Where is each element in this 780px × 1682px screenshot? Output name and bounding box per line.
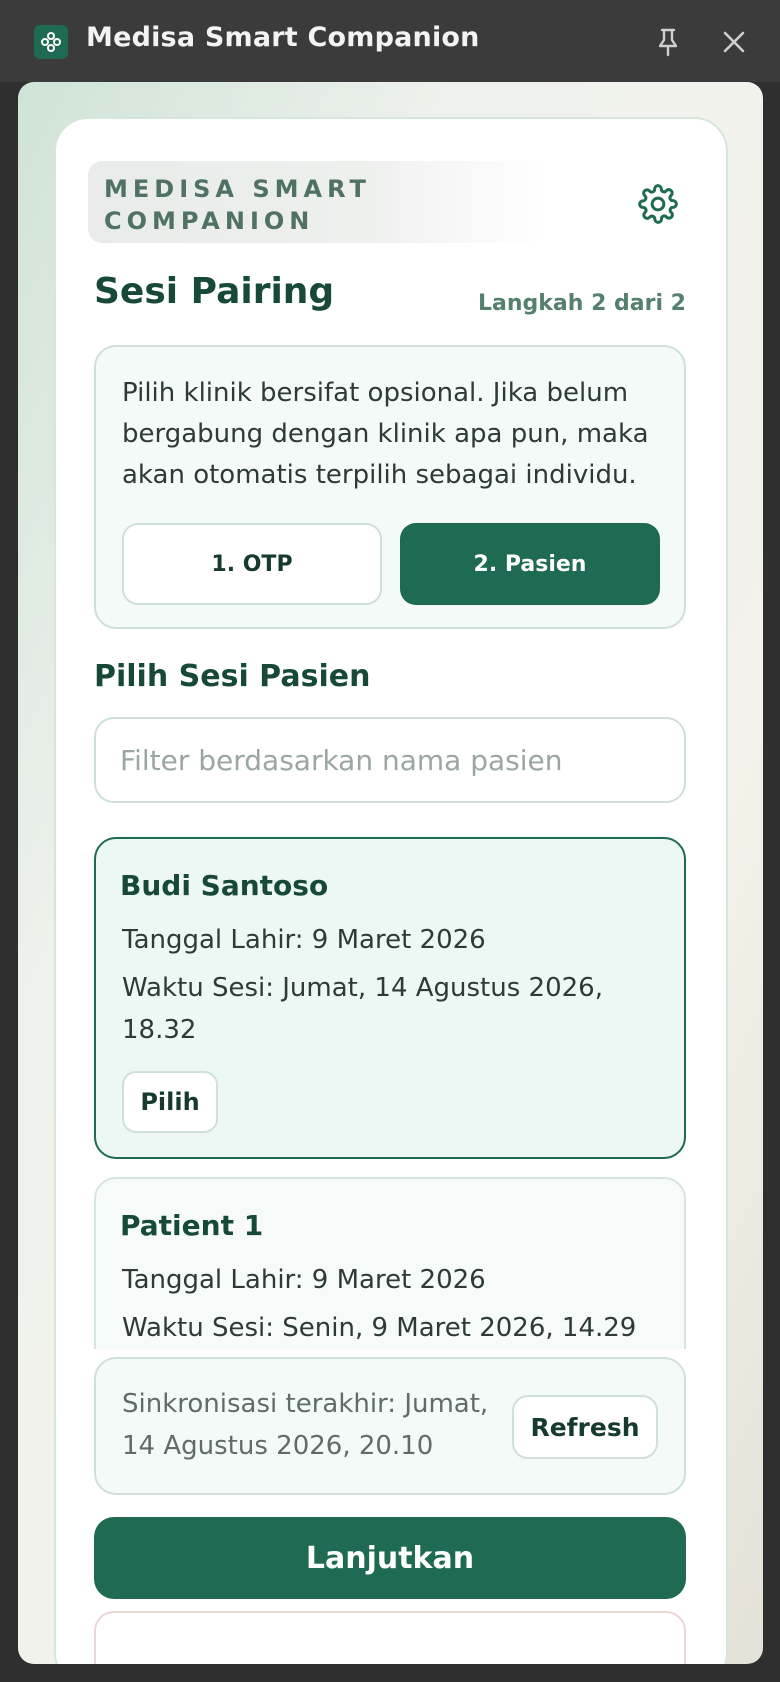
sync-status-box: Sinkronisasi terakhir: Jumat, 14 Agustus… — [94, 1357, 686, 1495]
close-icon — [723, 31, 745, 53]
select-patient-button[interactable]: Pilih — [122, 1071, 218, 1133]
pairing-panel: MEDISA SMART COMPANION Sesi Pairing Lang… — [54, 117, 728, 1664]
last-sync-text: Sinkronisasi terakhir: Jumat, 14 Agustus… — [122, 1389, 489, 1461]
app-logo-icon — [34, 25, 68, 59]
patient-dob: Tanggal Lahir: 9 Maret 2026 — [122, 925, 486, 955]
step-otp-button[interactable]: 1. OTP — [122, 523, 382, 605]
patient-section-title: Pilih Sesi Pasien — [94, 659, 371, 694]
patient-name: Patient 1 — [120, 1209, 264, 1242]
patient-list[interactable]: Budi Santoso Tanggal Lahir: 9 Maret 2026… — [94, 837, 690, 1349]
window-title: Medisa Smart Companion — [86, 22, 480, 53]
continue-button[interactable]: Lanjutkan — [94, 1517, 686, 1599]
patient-session-time: Waktu Sesi: Jumat, 14 Agustus 2026, 18.3… — [122, 973, 603, 1045]
patient-filter-input[interactable] — [94, 717, 686, 803]
title-bar: Medisa Smart Companion — [0, 0, 780, 82]
step-indicator: Langkah 2 dari 2 — [478, 291, 686, 316]
patient-session-time: Waktu Sesi: Senin, 9 Maret 2026, 14.29 — [122, 1313, 637, 1343]
step-pasien-button[interactable]: 2. Pasien — [400, 523, 660, 605]
patient-card-patient-1[interactable]: Patient 1 Tanggal Lahir: 9 Maret 2026 Wa… — [94, 1177, 686, 1349]
settings-button[interactable] — [638, 184, 678, 224]
brand-chip: MEDISA SMART COMPANION — [88, 161, 548, 243]
refresh-button[interactable]: Refresh — [512, 1395, 658, 1459]
info-box: Pilih klinik bersifat opsional. Jika bel… — [94, 345, 686, 629]
patient-dob: Tanggal Lahir: 9 Maret 2026 — [122, 1265, 486, 1295]
close-button[interactable] — [714, 22, 754, 62]
gear-icon — [638, 184, 678, 224]
pin-icon — [658, 28, 678, 57]
patient-name: Budi Santoso — [120, 869, 329, 902]
page-title: Sesi Pairing — [94, 271, 335, 312]
patient-card-budi-santoso[interactable]: Budi Santoso Tanggal Lahir: 9 Maret 2026… — [94, 837, 686, 1159]
app-window: MEDISA SMART COMPANION Sesi Pairing Lang… — [18, 82, 763, 1664]
info-text: Pilih klinik bersifat opsional. Jika bel… — [122, 378, 649, 490]
brand-label: MEDISA SMART COMPANION — [104, 175, 371, 235]
secondary-button[interactable] — [94, 1611, 686, 1664]
pin-button[interactable] — [648, 22, 688, 62]
